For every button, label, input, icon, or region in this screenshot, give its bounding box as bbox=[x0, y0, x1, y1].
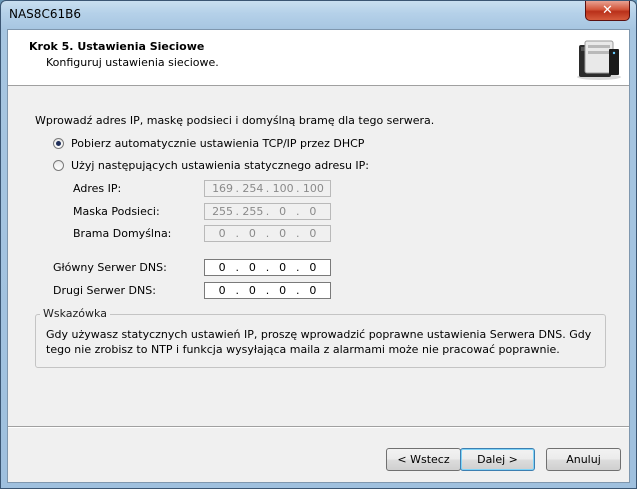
primary-dns-label: Główny Serwer DNS: bbox=[53, 261, 167, 274]
dns1-octet-1[interactable]: 0 bbox=[212, 261, 232, 274]
dns2-octet-2[interactable]: 0 bbox=[242, 284, 262, 297]
close-button[interactable]: ✕ bbox=[585, 1, 630, 21]
mask-octet-3[interactable]: 0 bbox=[273, 205, 293, 218]
dhcp-radio-option[interactable]: Pobierz automatycznie ustawienia TCP/IP … bbox=[53, 137, 364, 150]
dns2-octet-1[interactable]: 0 bbox=[212, 284, 232, 297]
static-ip-radio[interactable] bbox=[53, 160, 64, 171]
step-title: Krok 5. Ustawienia Sieciowe bbox=[29, 40, 205, 53]
secondary-dns-label: Drugi Serwer DNS: bbox=[53, 284, 156, 297]
wizard-header: Krok 5. Ustawienia Sieciowe Konfiguruj u… bbox=[8, 30, 629, 86]
ip-octet-4[interactable]: 100 bbox=[303, 182, 324, 195]
secondary-dns-field[interactable]: 0. 0. 0. 0 bbox=[204, 282, 331, 299]
dns1-octet-2[interactable]: 0 bbox=[242, 261, 262, 274]
gateway-octet-4[interactable]: 0 bbox=[303, 227, 323, 240]
title-bar[interactable]: NAS8C61B6 ✕ bbox=[1, 1, 636, 29]
next-button[interactable]: Dalej > bbox=[460, 448, 535, 471]
cancel-button[interactable]: Anuluj bbox=[546, 448, 621, 471]
primary-dns-field[interactable]: 0. 0. 0. 0 bbox=[204, 259, 331, 276]
hint-text: Gdy używasz statycznych ustawień IP, pro… bbox=[46, 328, 592, 356]
wizard-client-area: Krok 5. Ustawienia Sieciowe Konfiguruj u… bbox=[7, 29, 630, 483]
ip-address-label: Adres IP: bbox=[73, 182, 122, 195]
ip-address-field[interactable]: 169. 254. 100. 100 bbox=[204, 180, 331, 197]
mask-octet-2[interactable]: 255 bbox=[242, 205, 263, 218]
back-button[interactable]: < Wstecz bbox=[386, 448, 461, 471]
subnet-mask-label: Maska Podsieci: bbox=[73, 205, 160, 218]
gateway-field[interactable]: 0. 0. 0. 0 bbox=[204, 225, 331, 242]
dhcp-radio[interactable] bbox=[53, 138, 64, 149]
intro-text: Wprowadź adres IP, maskę podsieci i domy… bbox=[35, 114, 435, 127]
ip-octet-3[interactable]: 100 bbox=[273, 182, 294, 195]
dns2-octet-3[interactable]: 0 bbox=[273, 284, 293, 297]
gateway-label: Brama Domyślna: bbox=[73, 227, 172, 240]
mask-octet-1[interactable]: 255 bbox=[212, 205, 233, 218]
gateway-octet-2[interactable]: 0 bbox=[242, 227, 262, 240]
footer-divider bbox=[8, 426, 629, 428]
dns2-octet-4[interactable]: 0 bbox=[303, 284, 323, 297]
subnet-mask-field[interactable]: 255. 255. 0. 0 bbox=[204, 203, 331, 220]
step-subtitle: Konfiguruj ustawienia sieciowe. bbox=[46, 56, 219, 69]
wizard-window: NAS8C61B6 ✕ Krok 5. Ustawienia Sieciowe … bbox=[0, 0, 637, 489]
dns1-octet-3[interactable]: 0 bbox=[273, 261, 293, 274]
hint-groupbox: Wskazówka Gdy używasz statycznych ustawi… bbox=[35, 307, 606, 368]
dhcp-radio-label[interactable]: Pobierz automatycznie ustawienia TCP/IP … bbox=[71, 137, 364, 150]
hint-title: Wskazówka bbox=[40, 307, 110, 320]
static-ip-radio-option[interactable]: Użyj następujących ustawienia statyczneg… bbox=[53, 159, 369, 172]
nas-device-icon bbox=[577, 40, 621, 80]
gateway-octet-1[interactable]: 0 bbox=[212, 227, 232, 240]
gateway-octet-3[interactable]: 0 bbox=[273, 227, 293, 240]
static-ip-radio-label[interactable]: Użyj następujących ustawienia statyczneg… bbox=[71, 159, 369, 172]
dns1-octet-4[interactable]: 0 bbox=[303, 261, 323, 274]
mask-octet-4[interactable]: 0 bbox=[303, 205, 323, 218]
window-title: NAS8C61B6 bbox=[9, 7, 81, 21]
ip-octet-1[interactable]: 169 bbox=[212, 182, 233, 195]
ip-octet-2[interactable]: 254 bbox=[242, 182, 263, 195]
